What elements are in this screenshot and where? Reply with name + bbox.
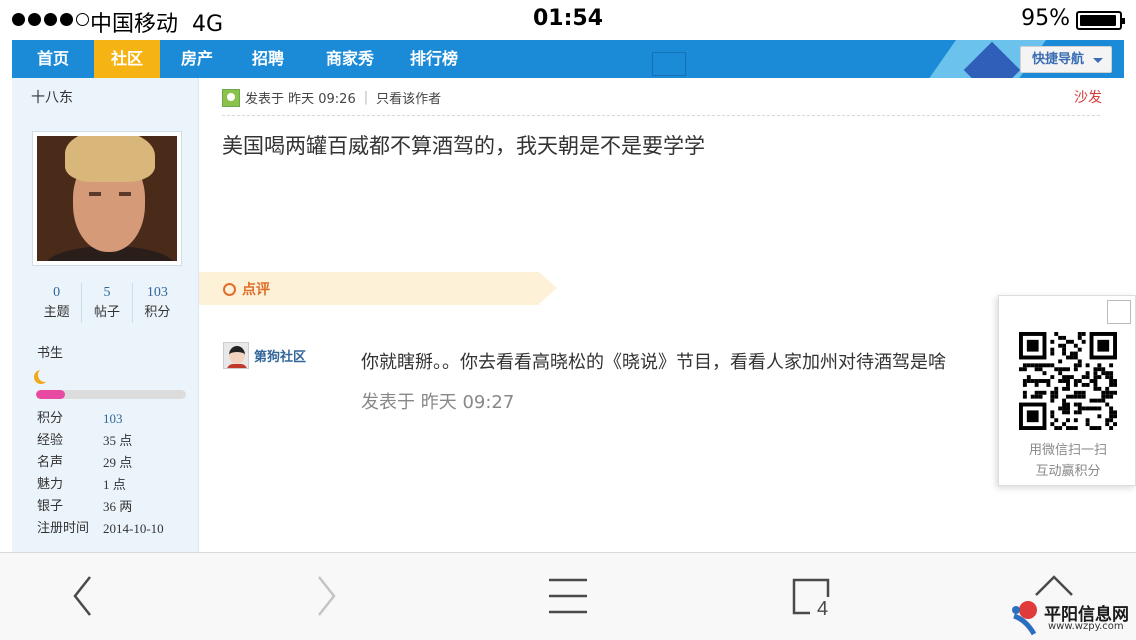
- info-row-registered: 注册时间 2014-10-10: [37, 518, 197, 540]
- author-stats: 0 主题 5 帖子 103 积分: [32, 283, 182, 323]
- info-key: 银子: [37, 499, 64, 514]
- comment-text: 你就瞎掰。。你去看看高晓松的《晓说》节目，看看人家加州对待酒驾是啥: [361, 352, 946, 373]
- info-key: 经验: [37, 433, 64, 448]
- nav-item-rankings[interactable]: 排行榜: [396, 40, 472, 78]
- menu-icon[interactable]: [528, 553, 608, 640]
- back-arrow-icon[interactable]: [42, 553, 122, 640]
- stat-label: 帖子: [93, 305, 120, 320]
- qr-caption-line2: 互动赢积分: [1035, 464, 1101, 479]
- info-value: 35 点: [103, 433, 133, 448]
- post-meta: 发表于 昨天 09:26 | 只看该作者: [222, 88, 441, 107]
- status-time: 01:54: [532, 6, 604, 31]
- post-main: 发表于 昨天 09:26 | 只看该作者 沙发 美国喝两罐百威都不算酒驾的，我天…: [199, 78, 1124, 552]
- site-logo-icon: [1012, 601, 1037, 636]
- info-row-experience: 经验 35 点: [37, 430, 197, 452]
- stat-value: 5: [103, 285, 111, 300]
- author-only-link[interactable]: 只看该作者: [376, 88, 441, 107]
- meta-separator: |: [363, 90, 369, 105]
- info-row-charm: 魅力 1 点: [37, 474, 197, 496]
- status-bar: 中国移动 4G 01:54 95%: [0, 0, 1136, 40]
- info-key: 积分: [37, 411, 64, 426]
- info-value: 29 点: [103, 455, 133, 470]
- moon-icon: [38, 368, 52, 382]
- info-value: 2014-10-10: [103, 521, 164, 536]
- nav-item-property[interactable]: 房产: [162, 40, 232, 78]
- stat-posts[interactable]: 5 帖子: [82, 283, 133, 323]
- circle-icon: [223, 283, 236, 296]
- commenter-avatar[interactable]: [223, 342, 249, 369]
- stat-label: 积分: [144, 305, 171, 320]
- info-value: 36 两: [103, 499, 133, 514]
- main-nav: 首页 社区 房产 招聘 商家秀 排行榜 快捷导航: [12, 40, 1124, 78]
- info-value: 1 点: [103, 477, 126, 492]
- rank-title: 书生: [37, 346, 64, 361]
- info-row-silver: 银子 36 两: [37, 496, 197, 518]
- info-value[interactable]: 103: [103, 408, 123, 430]
- nav-item-jobs[interactable]: 招聘: [232, 40, 304, 78]
- stat-value: 103: [146, 285, 168, 300]
- battery-percent: 95%: [1021, 6, 1070, 31]
- chevron-down-icon: [1093, 58, 1103, 63]
- info-row-reputation: 名声 29 点: [37, 452, 197, 474]
- floor-label: 沙发: [1074, 90, 1102, 106]
- tabs-icon[interactable]: 4: [772, 553, 852, 640]
- post-content: 美国喝两罐百威都不算酒驾的，我天朝是不是要学学: [222, 134, 705, 158]
- nav-item-merchants[interactable]: 商家秀: [304, 40, 396, 78]
- nav-decoration: [652, 52, 686, 76]
- nav-item-home[interactable]: 首页: [12, 40, 94, 78]
- author-info-list: 积分 103 经验 35 点 名声 29 点 魅力 1 点 银子 36 两 注册时间 201…: [37, 408, 197, 540]
- info-key: 注册时间: [37, 521, 90, 536]
- site-watermark: 平阳信息网 www.wzpy.com: [1008, 598, 1136, 636]
- comment-section-label: 点评: [242, 282, 270, 298]
- watermark-url: www.wzpy.com: [1048, 621, 1124, 632]
- comment-section-header: 点评: [199, 272, 557, 305]
- forward-arrow-icon[interactable]: [285, 553, 365, 640]
- browser-toolbar: 4: [0, 552, 1136, 640]
- tabs-count: 4: [817, 598, 828, 620]
- qr-caption-line1: 用微信扫一扫: [1028, 443, 1107, 458]
- rank-progress-bar: [36, 390, 186, 399]
- info-key: 魅力: [37, 477, 64, 492]
- author-sidebar: 十八东 0 主题 5 帖子 103 积分 书生 积分 103 经验 35 点 名声 2…: [12, 78, 199, 552]
- info-key: 名声: [37, 455, 64, 470]
- stat-label: 主题: [43, 305, 70, 320]
- quick-nav-button[interactable]: 快捷导航: [1020, 46, 1112, 73]
- online-status-icon: [222, 88, 240, 107]
- quick-nav-label: 快捷导航: [1032, 52, 1085, 67]
- wechat-qr-popup: 用微信扫一扫 互动赢积分: [998, 295, 1136, 486]
- divider: [222, 115, 1100, 116]
- stat-points[interactable]: 103 积分: [133, 283, 182, 323]
- author-avatar[interactable]: [32, 131, 182, 266]
- close-button[interactable]: [1107, 300, 1131, 324]
- battery-icon: [1076, 11, 1125, 30]
- info-row-points: 积分 103: [37, 408, 197, 430]
- comment-time: 发表于 昨天 09:27: [361, 392, 515, 413]
- commenter-name[interactable]: 第狗社区: [254, 346, 306, 365]
- stat-threads[interactable]: 0 主题: [32, 283, 83, 323]
- qr-code-icon: [1019, 332, 1117, 430]
- avatar-photo: [37, 136, 177, 261]
- nav-item-community[interactable]: 社区: [94, 40, 160, 78]
- author-username[interactable]: 十八东: [31, 87, 73, 107]
- stat-value: 0: [53, 285, 61, 300]
- post-date: 发表于 昨天 09:26: [245, 92, 356, 107]
